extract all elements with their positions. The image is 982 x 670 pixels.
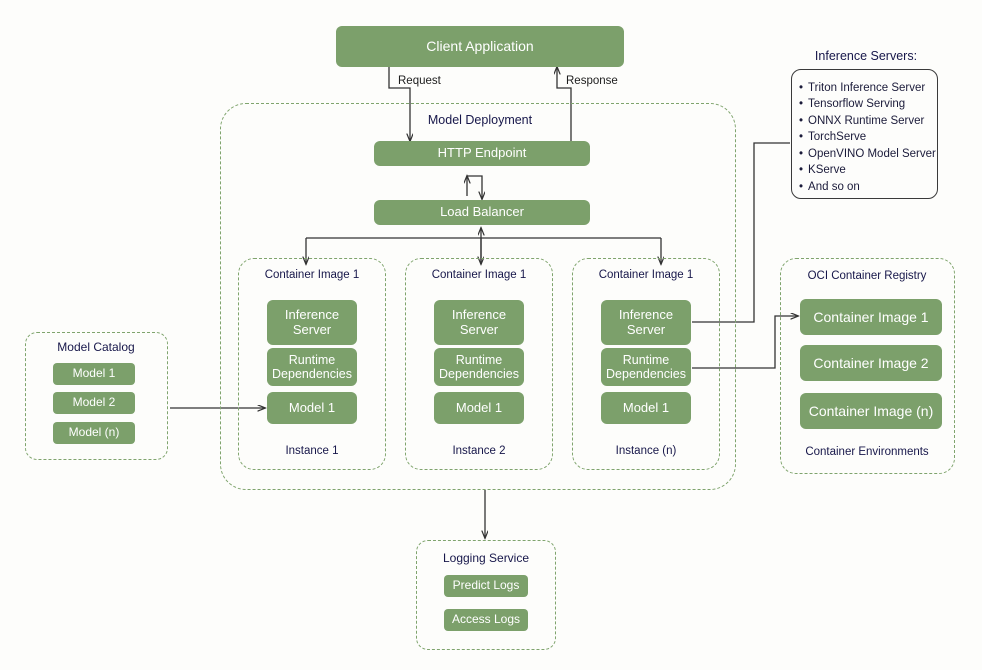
client-application-node[interactable]: Client Application (336, 26, 624, 67)
instance-n-footer: Instance (n) (615, 445, 677, 457)
predict-logs-label: Predict Logs (452, 578, 520, 593)
inference-server-item: ONNX Runtime Server (799, 113, 936, 129)
model-catalog-model-n-label: Model (n) (68, 425, 120, 440)
instance-2-model[interactable]: Model 1 (434, 392, 524, 424)
inference-server-item: Tensorflow Serving (799, 96, 936, 112)
diagram-canvas: Client Application Request Response Mode… (0, 0, 982, 670)
model-catalog-model-2[interactable]: Model 2 (53, 392, 135, 414)
instance-n-model[interactable]: Model 1 (601, 392, 691, 424)
inference-servers-list: Triton Inference Server Tensorflow Servi… (799, 80, 936, 195)
http-endpoint-label: HTTP Endpoint (437, 145, 527, 161)
load-balancer-node[interactable]: Load Balancer (374, 200, 590, 225)
inference-server-item: KServe (799, 162, 936, 178)
predict-logs-node[interactable]: Predict Logs (444, 575, 528, 597)
instance-1-title: Container Image 1 (264, 269, 360, 281)
model-deployment-label: Model Deployment (427, 113, 533, 127)
oci-registry-title: OCI Container Registry (807, 270, 927, 282)
client-application-label: Client Application (426, 38, 534, 55)
instance-n-model-label: Model 1 (622, 399, 670, 415)
model-catalog-model-2-label: Model 2 (72, 395, 116, 410)
access-logs-node[interactable]: Access Logs (444, 609, 528, 631)
inference-server-item: And so on (799, 179, 936, 195)
registry-container-image-2[interactable]: Container Image 2 (800, 345, 942, 381)
model-catalog-model-1-label: Model 1 (72, 366, 116, 381)
http-endpoint-node[interactable]: HTTP Endpoint (374, 141, 590, 166)
registry-container-image-1-label: Container Image 1 (813, 308, 929, 325)
registry-container-image-2-label: Container Image 2 (813, 354, 929, 371)
instance-n-runtime-dependencies[interactable]: Runtime Dependencies (601, 348, 691, 386)
instance-n-title: Container Image 1 (598, 269, 694, 281)
instance-2-inference-server[interactable]: Inference Server (434, 300, 524, 345)
request-label: Request (398, 75, 441, 87)
inference-server-item: TorchServe (799, 129, 936, 145)
instance-2-runtime-dependencies[interactable]: Runtime Dependencies (434, 348, 524, 386)
inference-server-item: Triton Inference Server (799, 80, 936, 96)
instance-n-inference-server-label: Inference Server (618, 306, 674, 337)
registry-container-image-n-label: Container Image (n) (808, 402, 934, 419)
response-label: Response (566, 75, 618, 87)
instance-n-runtime-dependencies-label: Runtime Dependencies (606, 352, 686, 381)
inference-servers-title: Inference Servers: (814, 49, 918, 63)
logging-service-title: Logging Service (442, 551, 530, 565)
instance-1-inference-server[interactable]: Inference Server (267, 300, 357, 345)
model-catalog-model-1[interactable]: Model 1 (53, 363, 135, 385)
instance-n-inference-server[interactable]: Inference Server (601, 300, 691, 345)
model-catalog-model-n[interactable]: Model (n) (53, 422, 135, 444)
registry-container-image-n[interactable]: Container Image (n) (800, 393, 942, 429)
instance-1-model-label: Model 1 (288, 399, 336, 415)
instance-1-runtime-dependencies-label: Runtime Dependencies (272, 352, 352, 381)
access-logs-label: Access Logs (451, 612, 521, 627)
instance-2-runtime-dependencies-label: Runtime Dependencies (439, 352, 519, 381)
instance-2-model-label: Model 1 (455, 399, 503, 415)
instance-2-footer: Instance 2 (452, 445, 506, 457)
registry-container-image-1[interactable]: Container Image 1 (800, 299, 942, 335)
instance-1-model[interactable]: Model 1 (267, 392, 357, 424)
instance-1-inference-server-label: Inference Server (284, 306, 340, 337)
model-catalog-title: Model Catalog (57, 340, 135, 354)
oci-registry-footer: Container Environments (805, 446, 929, 458)
instance-1-footer: Instance 1 (285, 445, 339, 457)
instance-2-title: Container Image 1 (431, 269, 527, 281)
inference-server-item: OpenVINO Model Server (799, 146, 936, 162)
instance-2-inference-server-label: Inference Server (451, 306, 507, 337)
instance-1-runtime-dependencies[interactable]: Runtime Dependencies (267, 348, 357, 386)
load-balancer-label: Load Balancer (440, 204, 524, 220)
